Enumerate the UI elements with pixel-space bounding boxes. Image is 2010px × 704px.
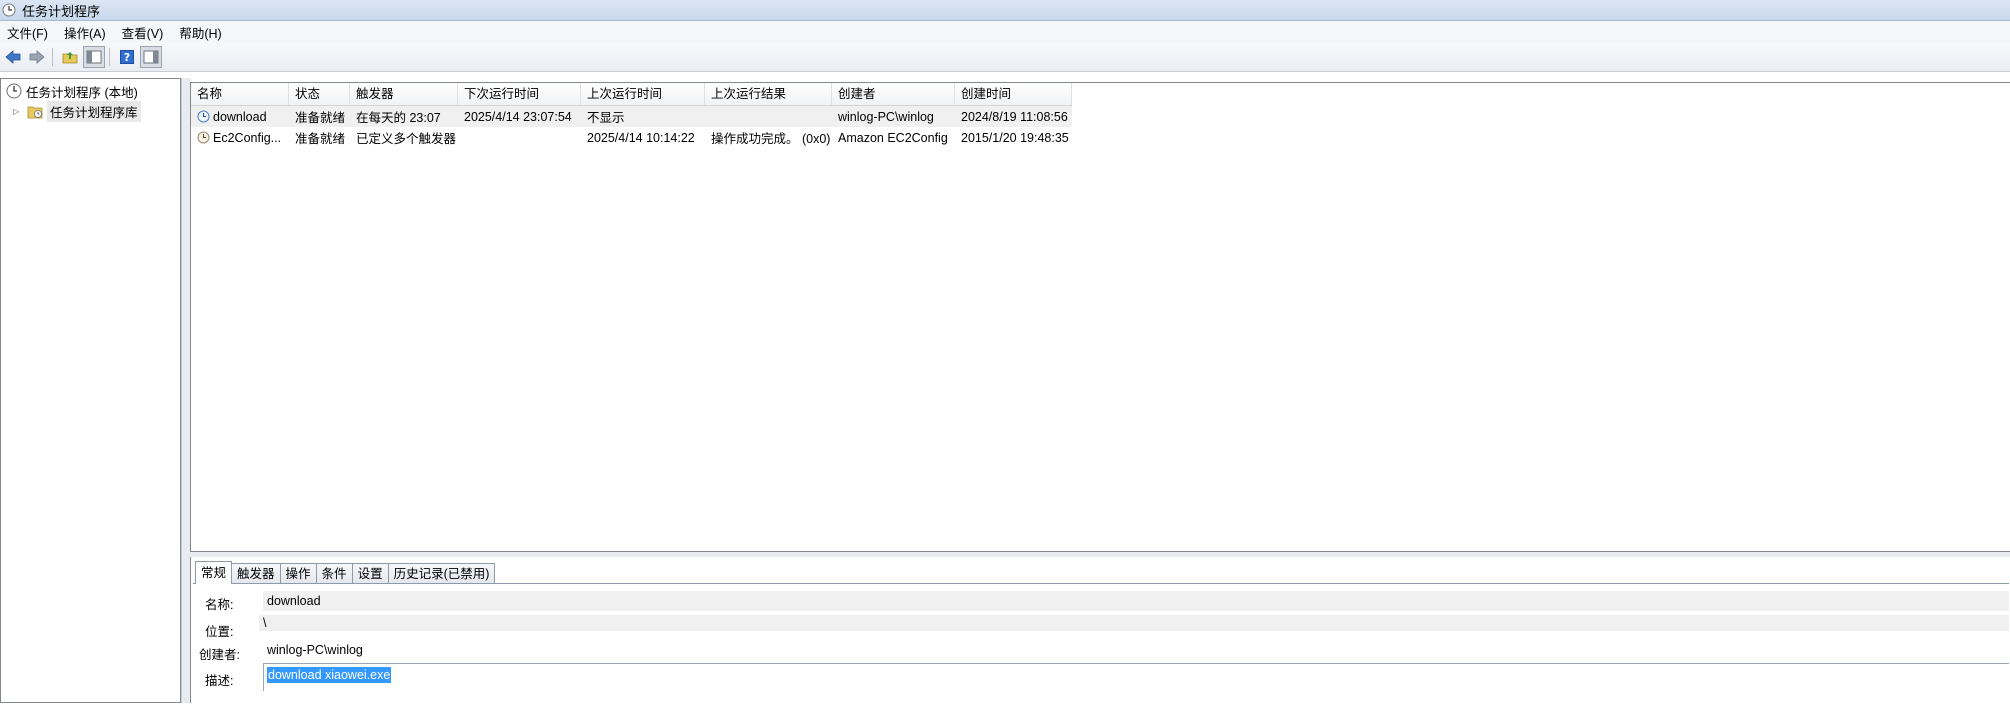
cell-status: 准备就绪 [295, 132, 346, 146]
menu-bar: 文件(F) 操作(A) 查看(V) 帮助(H) [0, 21, 2010, 43]
task-clock-icon [197, 131, 210, 144]
name-field[interactable]: download [263, 591, 2009, 611]
menu-help[interactable]: 帮助(H) [171, 23, 229, 42]
title-bar: 任务计划程序 [0, 0, 2010, 21]
menu-action[interactable]: 操作(A) [56, 23, 114, 42]
clock-icon [2, 3, 16, 17]
show-hide-tree-button[interactable] [83, 46, 105, 68]
column-header-author[interactable]: 创建者 [832, 83, 955, 105]
cell-name-text: Ec2Config... [213, 130, 282, 145]
back-arrow-icon [5, 50, 21, 64]
cell-created: 2015/1/20 19:48:35 [961, 130, 1069, 145]
task-detail-pane: 常规 触发器 操作 条件 设置 历史记录(已禁用) 名称: download 位… [190, 557, 2010, 704]
cell-trigger: 在每天的 23:07 [356, 111, 441, 125]
tab-general[interactable]: 常规 [195, 561, 233, 584]
menu-view[interactable]: 查看(V) [114, 23, 172, 42]
cell-status: 准备就绪 [295, 111, 346, 125]
folder-clock-icon [27, 106, 43, 118]
window-title: 任务计划程序 [22, 3, 101, 19]
help-button[interactable]: ? [116, 46, 138, 68]
show-hide-tree-icon [86, 50, 102, 64]
column-header-created[interactable]: 创建时间 [955, 83, 1072, 105]
cell-author: Amazon EC2Config [838, 130, 948, 145]
location-label: 位置: [205, 625, 234, 639]
toolbar: ? [0, 43, 2010, 72]
tab-triggers[interactable]: 触发器 [231, 563, 281, 584]
cell-created: 2024/8/19 11:08:56 [961, 109, 1068, 124]
cell-name-text: download [213, 109, 267, 124]
tree-root-label: 任务计划程序 (本地) [26, 85, 138, 100]
tab-settings[interactable]: 设置 [351, 563, 389, 584]
cell-last-run: 不显示 [587, 111, 625, 125]
list-header: 名称 状态 触发器 下次运行时间 上次运行时间 上次运行结果 创建者 创建时间 [191, 83, 1072, 106]
cell-name: Ec2Config... [191, 131, 289, 145]
location-field: \ [259, 615, 2009, 631]
show-hide-action-pane-icon [143, 50, 159, 64]
column-header-trigger[interactable]: 触发器 [350, 83, 458, 105]
column-header-name[interactable]: 名称 [191, 83, 289, 105]
tree-root-task-scheduler[interactable]: 任务计划程序 (本地) [6, 82, 138, 100]
toolbar-separator [52, 48, 53, 66]
svg-text:?: ? [124, 51, 130, 64]
table-row[interactable]: download 准备就绪 在每天的 23:07 2025/4/14 23:07… [191, 106, 1072, 127]
cell-next-run: 2025/4/14 23:07:54 [464, 109, 572, 124]
author-field: winlog-PC\winlog [267, 643, 363, 657]
tab-actions[interactable]: 操作 [279, 563, 317, 584]
list-body: download 准备就绪 在每天的 23:07 2025/4/14 23:07… [191, 106, 1072, 148]
up-folder-button[interactable] [59, 46, 81, 68]
cell-last-result: 操作成功完成。 (0x0) [711, 132, 831, 146]
tree-item-label: 任务计划程序库 [47, 100, 141, 122]
folder-up-icon [62, 52, 78, 64]
tab-history[interactable]: 历史记录(已禁用) [387, 563, 496, 584]
expand-arrow-icon[interactable]: ▷ [13, 107, 22, 116]
name-label: 名称: [205, 598, 234, 612]
cell-trigger: 已定义多个触发器 [356, 132, 457, 146]
help-icon: ? [120, 50, 134, 64]
task-list: 名称 状态 触发器 下次运行时间 上次运行时间 上次运行结果 创建者 创建时间 … [190, 82, 2010, 552]
column-header-status[interactable]: 状态 [289, 83, 350, 105]
tab-conditions[interactable]: 条件 [315, 563, 353, 584]
column-header-last-run[interactable]: 上次运行时间 [581, 83, 705, 105]
description-textarea[interactable]: download xiaowei.exe [263, 663, 2009, 691]
cell-name: download [191, 110, 289, 124]
toolbar-separator [109, 48, 110, 66]
forward-arrow-icon [29, 50, 45, 64]
description-text: download xiaowei.exe [267, 667, 392, 683]
column-header-next-run[interactable]: 下次运行时间 [458, 83, 581, 105]
clock-icon [6, 83, 22, 99]
forward-button[interactable] [26, 46, 48, 68]
table-row[interactable]: Ec2Config... 准备就绪 已定义多个触发器 2025/4/14 10:… [191, 127, 1072, 148]
cell-author: winlog-PC\winlog [838, 109, 934, 124]
menu-file[interactable]: 文件(F) [0, 23, 56, 42]
cell-last-run: 2025/4/14 10:14:22 [587, 130, 695, 145]
author-label: 创建者: [199, 648, 240, 662]
description-label: 描述: [205, 674, 234, 688]
show-hide-action-pane-button[interactable] [140, 46, 162, 68]
column-header-last-result[interactable]: 上次运行结果 [705, 83, 832, 105]
detail-tabs: 常规 触发器 操作 条件 设置 历史记录(已禁用) [195, 561, 496, 584]
task-clock-icon [197, 110, 210, 123]
navigation-tree: 任务计划程序 (本地) ▷ 任务计划程序库 [0, 78, 181, 703]
tree-item-task-library[interactable]: ▷ 任务计划程序库 [13, 100, 141, 122]
back-button[interactable] [2, 46, 24, 68]
general-tab-body: 名称: download 位置: \ 创建者: winlog-PC\winlog… [193, 583, 2009, 704]
